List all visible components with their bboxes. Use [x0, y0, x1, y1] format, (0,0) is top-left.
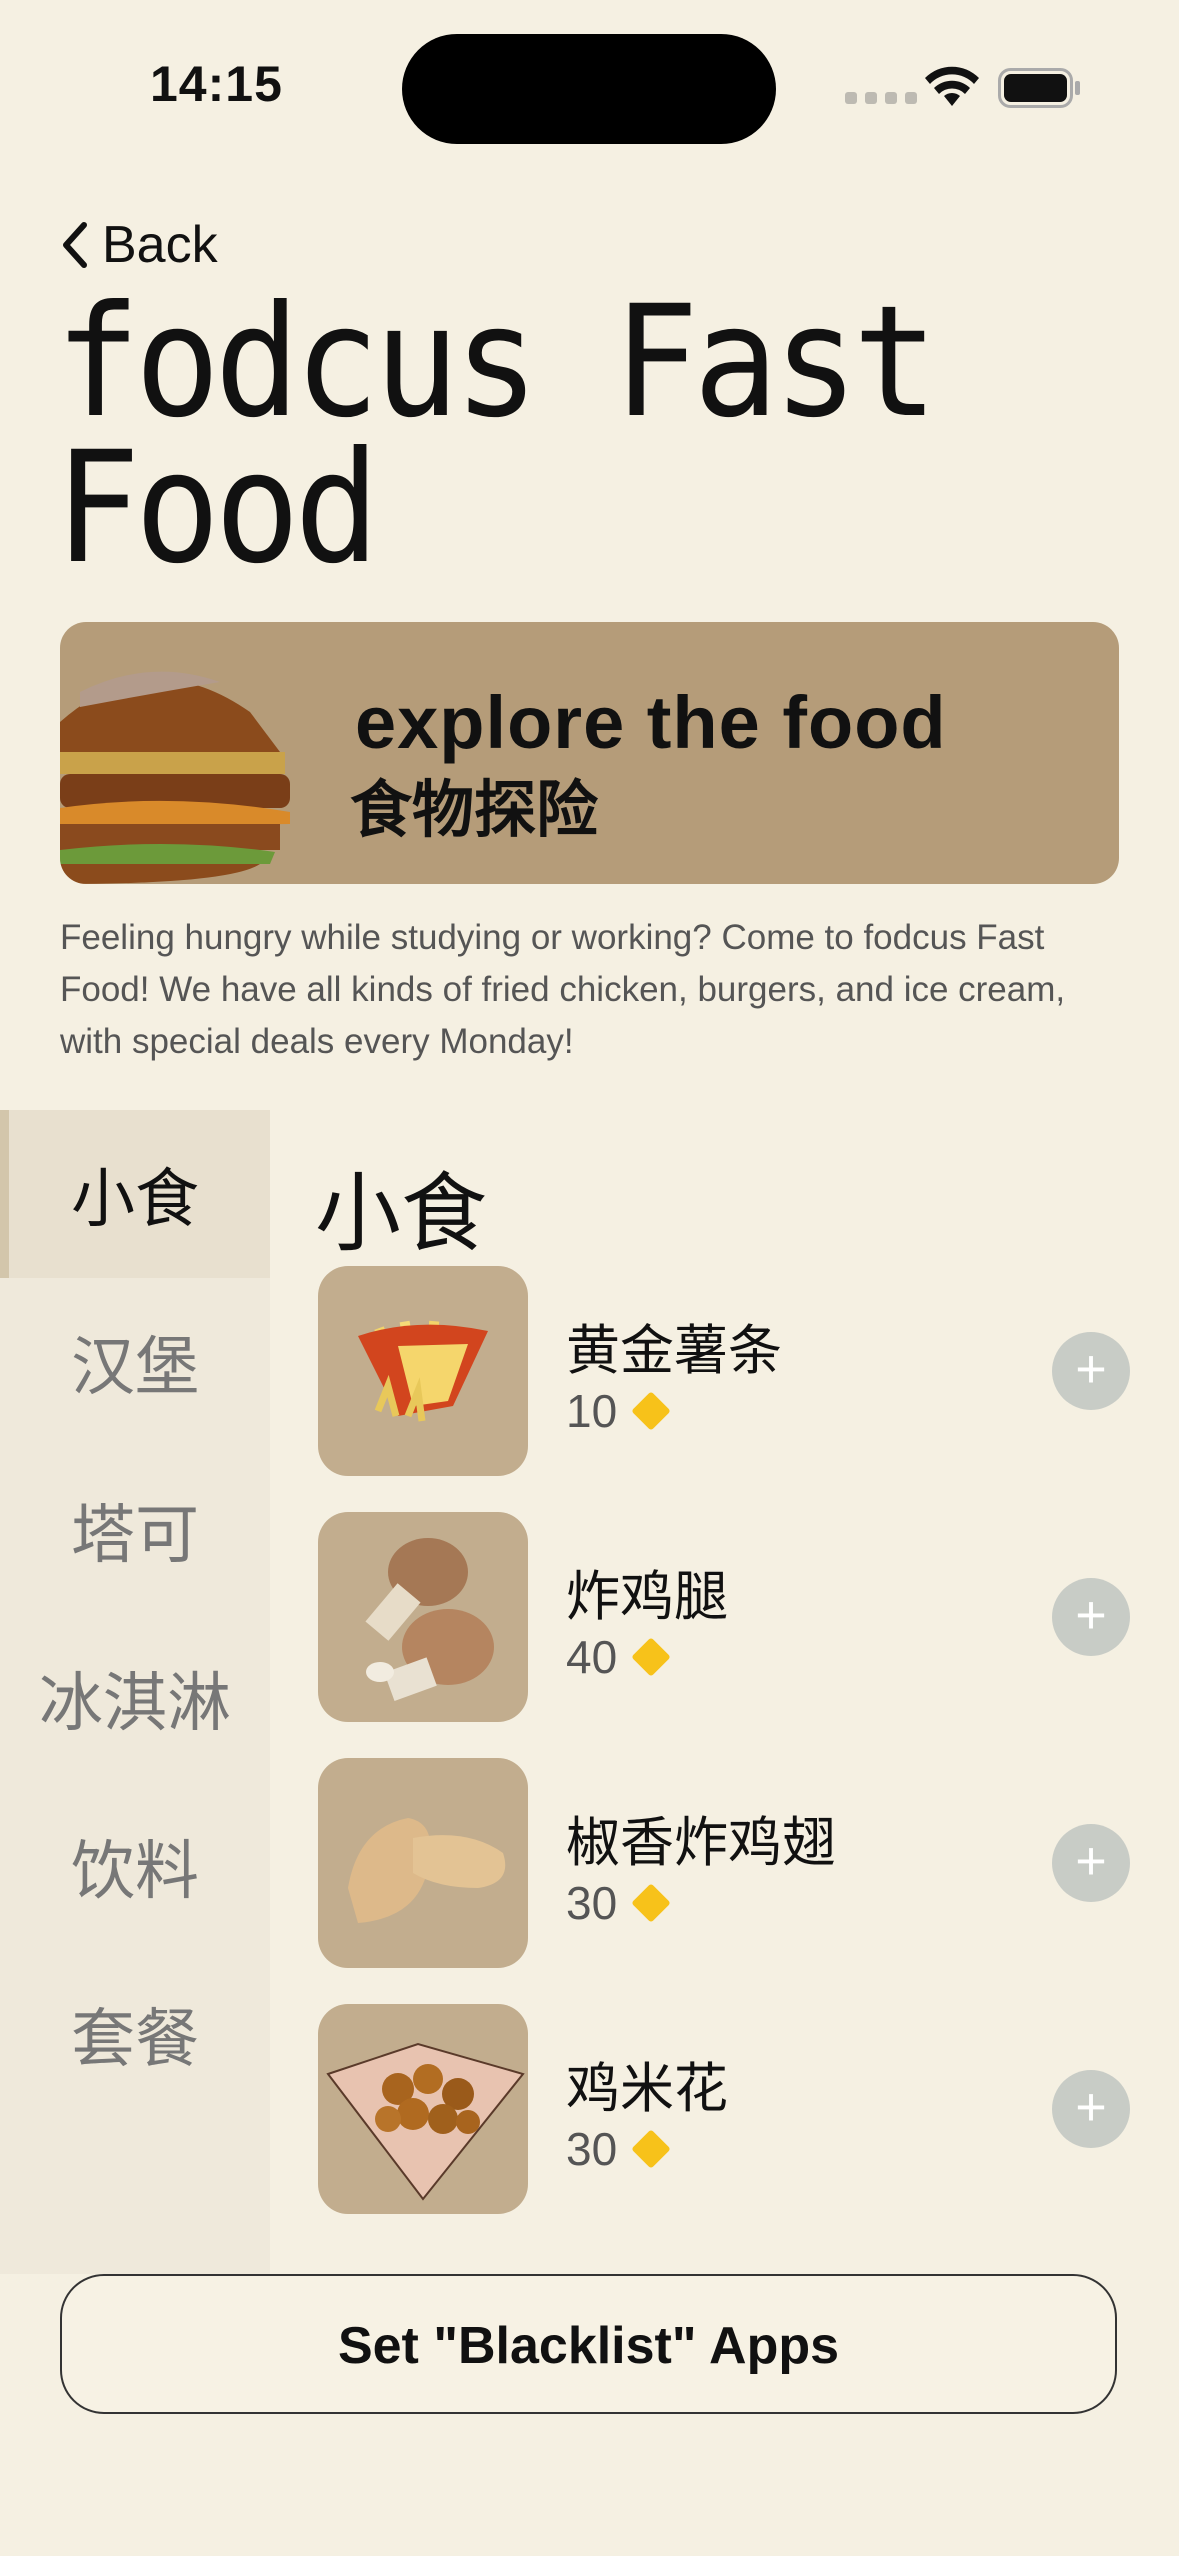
item-price-value: 40: [566, 1631, 618, 1683]
list-item: 炸鸡腿 40 +: [318, 1512, 1178, 1722]
back-button[interactable]: Back: [60, 215, 218, 275]
list-item: 黄金薯条 10 +: [318, 1266, 1178, 1476]
popcorn-chicken-icon: [318, 2004, 528, 2214]
add-button[interactable]: +: [1052, 1824, 1130, 1902]
promo-banner[interactable]: explore the food 食物探险: [60, 622, 1119, 884]
item-price: 30: [566, 1876, 671, 1930]
gem-icon: [631, 1883, 671, 1923]
item-price-value: 30: [566, 1877, 618, 1929]
item-price: 40: [566, 1630, 671, 1684]
category-combos[interactable]: 套餐: [0, 1950, 270, 2118]
gem-icon: [631, 1391, 671, 1431]
list-item: 椒香炸鸡翅 30 +: [318, 1758, 1178, 1968]
add-button[interactable]: +: [1052, 1332, 1130, 1410]
item-price: 10: [566, 1384, 671, 1438]
status-time: 14:15: [150, 56, 283, 112]
cellular-signal-icon: [845, 92, 917, 104]
item-price-value: 30: [566, 2123, 618, 2175]
page-title: fodcus Fast Food: [55, 273, 938, 598]
wifi-icon: [925, 66, 979, 106]
add-button[interactable]: +: [1052, 2070, 1130, 2148]
item-name: 鸡米花: [566, 2059, 728, 2119]
add-button[interactable]: +: [1052, 1578, 1130, 1656]
category-sidebar: 小食 汉堡 塔可 冰淇淋 饮料 套餐: [0, 1110, 270, 2274]
category-drinks[interactable]: 饮料: [0, 1782, 270, 1950]
chicken-wing-icon: [318, 1758, 528, 1968]
drumstick-icon: [318, 1512, 528, 1722]
banner-subtitle: 食物探险: [350, 776, 599, 845]
set-blacklist-apps-button[interactable]: Set "Blacklist" Apps: [60, 2274, 1117, 2414]
store-description: Feeling hungry while studying or working…: [60, 918, 1066, 1061]
battery-icon: [998, 68, 1080, 108]
dynamic-island: [402, 34, 776, 144]
item-price-value: 10: [566, 1385, 618, 1437]
list-item: 鸡米花 30 +: [318, 2004, 1178, 2214]
fries-icon: [318, 1266, 528, 1476]
category-snacks[interactable]: 小食: [0, 1110, 270, 1278]
category-ice-cream[interactable]: 冰淇淋: [0, 1614, 270, 1782]
gem-icon: [631, 2129, 671, 2169]
item-name: 黄金薯条: [566, 1321, 782, 1381]
section-title: 小食: [315, 1164, 487, 1264]
banner-title: explore the food: [355, 681, 947, 764]
back-label: Back: [102, 216, 218, 274]
category-tacos[interactable]: 塔可: [0, 1446, 270, 1614]
category-burgers[interactable]: 汉堡: [0, 1278, 270, 1446]
burger-icon: [60, 671, 290, 884]
gem-icon: [631, 1637, 671, 1677]
chevron-left-icon: [63, 222, 87, 268]
item-name: 炸鸡腿: [566, 1567, 728, 1627]
item-price: 30: [566, 2122, 671, 2176]
item-name: 椒香炸鸡翅: [566, 1813, 836, 1873]
